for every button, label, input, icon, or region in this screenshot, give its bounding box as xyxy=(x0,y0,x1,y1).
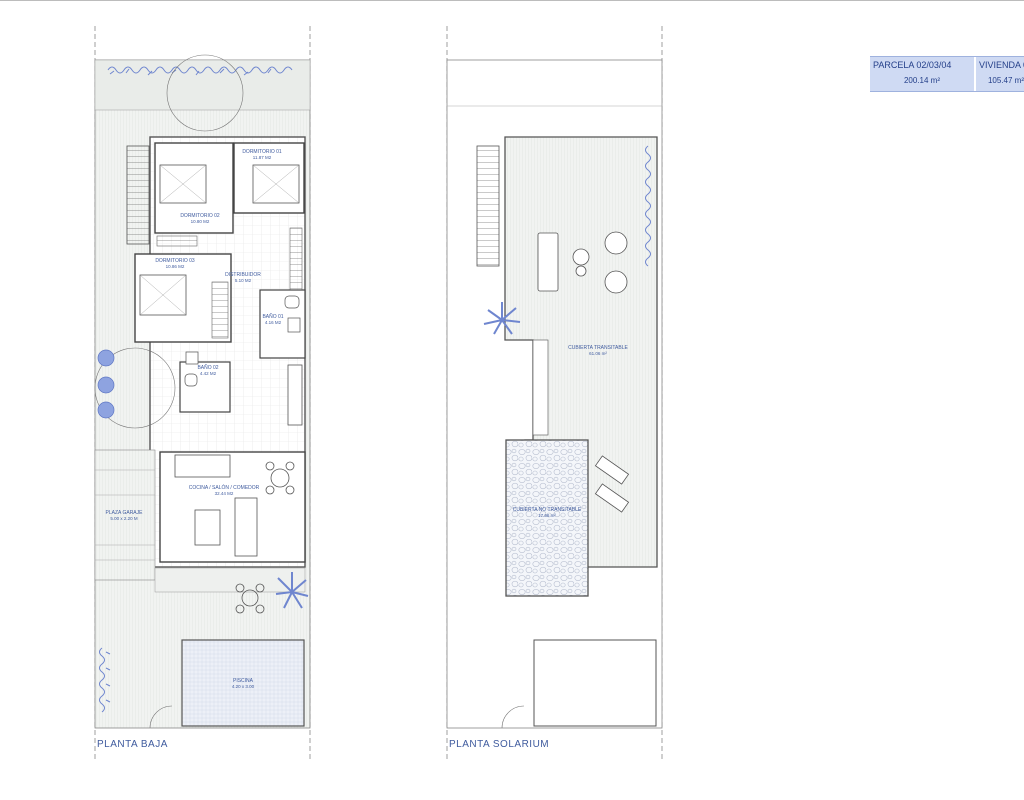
plan-title-planta-solarium: PLANTA SOLARIUM xyxy=(449,739,550,750)
vivienda-value: 105.47 m² xyxy=(987,76,1024,85)
plan-planta-solarium xyxy=(446,26,663,762)
room-area-cubierta-transitable: 61.06 m² xyxy=(589,351,607,356)
area-info-table: PARCELA 02/03/04 200.14 m² VIVIENDA 02 1… xyxy=(870,56,1024,92)
parcela-value: 200.14 m² xyxy=(903,76,941,85)
room-area-ba-o-01: 4.16 M2 xyxy=(265,320,282,325)
room-area-cubierta-no-transitable: 17.66 m² xyxy=(538,513,556,518)
parcela-cell: PARCELA 02/03/04 200.14 m² xyxy=(870,57,974,91)
parcela-label: PARCELA 02/03/04 xyxy=(873,60,952,70)
room-name-cocina-sal-n-comedor: COCINA / SALÓN / COMEDOR xyxy=(189,484,260,491)
room-area-distribuidor: 5.10 M2 xyxy=(235,278,252,283)
room-area-dormitorio-01: 11.87 M2 xyxy=(253,155,272,160)
plan-title-planta-baja: PLANTA BAJA xyxy=(97,739,168,750)
vivienda-label: VIVIENDA 02 xyxy=(979,60,1024,70)
room-area-piscina: 4.20 x 3.00 xyxy=(232,684,255,689)
room-area-dormitorio-03: 10.86 M2 xyxy=(166,264,185,269)
room-area-dormitorio-02: 10.80 M2 xyxy=(191,219,210,224)
room-name-ba-o-02: BAÑO 02 xyxy=(197,364,218,371)
room-area-cocina-sal-n-comedor: 32.44 M2 xyxy=(215,491,234,496)
room-area-ba-o-02: 4.42 M2 xyxy=(200,371,217,376)
room-area-plaza-garaje: 5.00 x 2.20 M xyxy=(110,516,138,521)
vivienda-cell: VIVIENDA 02 105.47 m² xyxy=(976,57,1024,91)
room-name-ba-o-01: BAÑO 01 xyxy=(262,313,283,320)
floor-plan-drawing: DORMITORIO 0111.87 M2DORMITORIO 0210.80 … xyxy=(0,0,1024,762)
